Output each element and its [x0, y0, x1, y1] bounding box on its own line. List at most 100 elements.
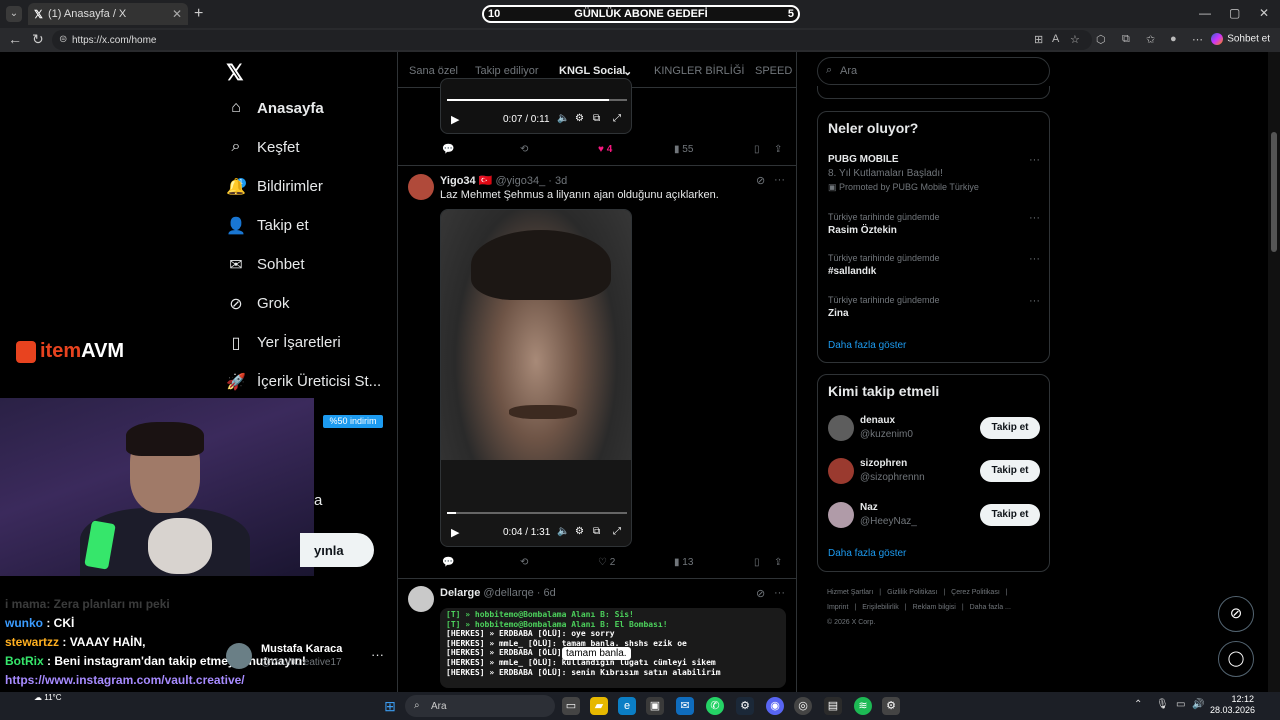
grok-icon[interactable]: ⊘: [756, 587, 765, 600]
browser-tab[interactable]: 𝕏 (1) Anasayfa / X ✕: [28, 3, 188, 25]
post-button[interactable]: yınla: [300, 533, 374, 567]
more-menu-icon[interactable]: ⋯: [1192, 33, 1203, 46]
scrollbar-thumb[interactable]: [1271, 132, 1277, 252]
more-icon[interactable]: ···: [774, 174, 785, 186]
grok-icon[interactable]: ⊘: [756, 174, 765, 187]
weather-widget[interactable]: ☁ 11°C: [34, 693, 62, 702]
volume-icon[interactable]: 🔈: [557, 526, 569, 537]
copilot-button[interactable]: Sohbet et: [1211, 33, 1270, 45]
nav-item-partial[interactable]: a: [314, 492, 322, 509]
messages-fab-icon[interactable]: ◯: [1218, 641, 1254, 677]
split-screen-icon[interactable]: ⧉: [1122, 33, 1130, 46]
reply-icon[interactable]: 💬: [442, 557, 454, 568]
play-icon[interactable]: ▶: [451, 113, 459, 126]
search-input[interactable]: ⌕ Ara: [817, 57, 1050, 85]
follow-suggestion[interactable]: sizophren @sizophrennn Takip et: [828, 456, 1040, 486]
taskbar-search[interactable]: ⌕ Ara: [405, 695, 555, 717]
timeline-tab[interactable]: SPEED G: [755, 65, 796, 77]
account-switcher[interactable]: Mustafa Karaca @VaultCreative17 ···: [226, 640, 386, 674]
more-icon[interactable]: ···: [1029, 154, 1040, 166]
views-count[interactable]: ▮ 13: [674, 557, 693, 568]
trend-item[interactable]: Türkiye tarihinde gündemde Zina ···: [828, 295, 1040, 319]
profile-avatar-icon[interactable]: ●: [1170, 33, 1177, 45]
close-tab-icon[interactable]: ✕: [172, 7, 182, 21]
retweet-icon[interactable]: ⟲: [520, 144, 528, 155]
volume-icon[interactable]: 🔈: [557, 113, 569, 124]
grok-fab-icon[interactable]: ⊘: [1218, 596, 1254, 632]
store-icon[interactable]: ▣: [646, 697, 664, 715]
author-name[interactable]: Yigo34: [440, 175, 476, 187]
scrollbar[interactable]: [1268, 52, 1280, 692]
settings-icon[interactable]: ⚙: [575, 526, 584, 537]
maximize-icon[interactable]: ▢: [1229, 6, 1240, 20]
share-icon[interactable]: ⇪: [774, 144, 782, 155]
follow-button[interactable]: Takip et: [980, 460, 1040, 482]
url-field[interactable]: ⊜ https://x.com/home: [52, 30, 1092, 50]
timeline-tab[interactable]: KNGL Social: [559, 65, 625, 77]
footer-link[interactable]: Gizlilik Politikası: [887, 589, 937, 596]
footer-link[interactable]: Erişilebilirlik: [862, 604, 899, 611]
footer-link[interactable]: Reklam bilgisi: [913, 604, 956, 611]
volume-icon[interactable]: 🔊: [1192, 699, 1204, 710]
timeline-tab[interactable]: Takip ediliyor: [475, 65, 539, 77]
network-icon[interactable]: ▭: [1176, 699, 1185, 710]
back-icon[interactable]: ←: [8, 31, 22, 47]
site-info-icon[interactable]: ⊜: [59, 34, 67, 45]
close-window-icon[interactable]: ✕: [1259, 6, 1269, 20]
app-icon[interactable]: ◎: [794, 697, 812, 715]
follow-suggestion[interactable]: denaux @kuzenim0 Takip et: [828, 413, 1040, 443]
trends-show-more-link[interactable]: Daha fazla göster: [828, 340, 906, 351]
fullscreen-icon[interactable]: ⤢: [613, 526, 621, 537]
play-icon[interactable]: ▶: [451, 526, 459, 539]
footer-link[interactable]: Hizmet Şartları: [827, 589, 873, 596]
author-handle[interactable]: @dellarqe: [483, 587, 533, 599]
reply-icon[interactable]: 💬: [442, 144, 454, 155]
more-icon[interactable]: ···: [1029, 253, 1040, 265]
reload-icon[interactable]: ↻: [32, 31, 44, 48]
bookmark-icon[interactable]: ▯: [754, 144, 760, 155]
steam-icon[interactable]: ⚙: [736, 697, 754, 715]
start-icon[interactable]: ⊞: [381, 697, 399, 715]
more-icon[interactable]: ···: [774, 587, 785, 599]
video-player[interactable]: ▶ 0:07 / 0:11 🔈 ⚙ ⧉ ⤢: [440, 78, 632, 134]
x-logo-icon[interactable]: 𝕏: [226, 60, 244, 86]
footer-link[interactable]: © 2026 X Corp.: [827, 619, 875, 626]
more-icon[interactable]: ···: [1029, 295, 1040, 307]
like-button[interactable]: ♥ 4: [598, 144, 612, 155]
tab-actions-menu-icon[interactable]: ⌄: [6, 6, 22, 22]
read-aloud-icon[interactable]: A: [1052, 33, 1059, 45]
like-button[interactable]: ♡ 2: [598, 557, 615, 568]
footer-link[interactable]: Imprint: [827, 604, 848, 611]
chevron-down-icon[interactable]: ⌄: [623, 65, 632, 78]
video-progress[interactable]: [447, 99, 627, 101]
retweet-icon[interactable]: ⟲: [520, 557, 528, 568]
bookmark-icon[interactable]: ▯: [754, 557, 760, 568]
extension-icon[interactable]: ⬡: [1096, 33, 1106, 46]
minimize-icon[interactable]: —: [1199, 6, 1211, 20]
clock[interactable]: 12:12 28.03.2026: [1210, 694, 1255, 716]
timeline-tab[interactable]: KINGLER BİRLİĞİ: [654, 65, 744, 77]
pip-icon[interactable]: ⧉: [593, 113, 600, 124]
follow-button[interactable]: Takip et: [980, 504, 1040, 526]
author-name[interactable]: Delarge: [440, 587, 480, 599]
settings-icon[interactable]: ⚙: [882, 697, 900, 715]
tray-overflow-icon[interactable]: ⌃: [1134, 699, 1142, 710]
settings-icon[interactable]: ⚙: [575, 113, 584, 124]
footer-link[interactable]: Çerez Politikası: [951, 589, 1000, 596]
who-show-more-link[interactable]: Daha fazla göster: [828, 548, 906, 559]
avatar[interactable]: [408, 174, 434, 200]
file-explorer-icon[interactable]: ▰: [590, 697, 608, 715]
microphone-icon[interactable]: 🎙: [1156, 699, 1169, 710]
task-view-icon[interactable]: ▭: [562, 697, 580, 715]
timeline-tab[interactable]: Sana özel: [409, 65, 458, 77]
views-count[interactable]: ▮ 55: [674, 144, 693, 155]
app-icon[interactable]: ▤: [824, 697, 842, 715]
video-player[interactable]: ▶ 0:04 / 1:31 🔈 ⚙ ⧉ ⤢: [440, 209, 632, 547]
share-icon[interactable]: ⇪: [774, 557, 782, 568]
author-handle[interactable]: @yigo34_: [496, 175, 546, 187]
follow-suggestion[interactable]: Naz @HeeyNaz_ Takip et: [828, 500, 1040, 530]
trend-item[interactable]: PUBG MOBILE 8. Yıl Kutlamaları Başladı! …: [828, 154, 1040, 193]
spotify-icon[interactable]: ≋: [854, 697, 872, 715]
follow-button[interactable]: Takip et: [980, 417, 1040, 439]
more-icon[interactable]: ···: [371, 647, 384, 662]
